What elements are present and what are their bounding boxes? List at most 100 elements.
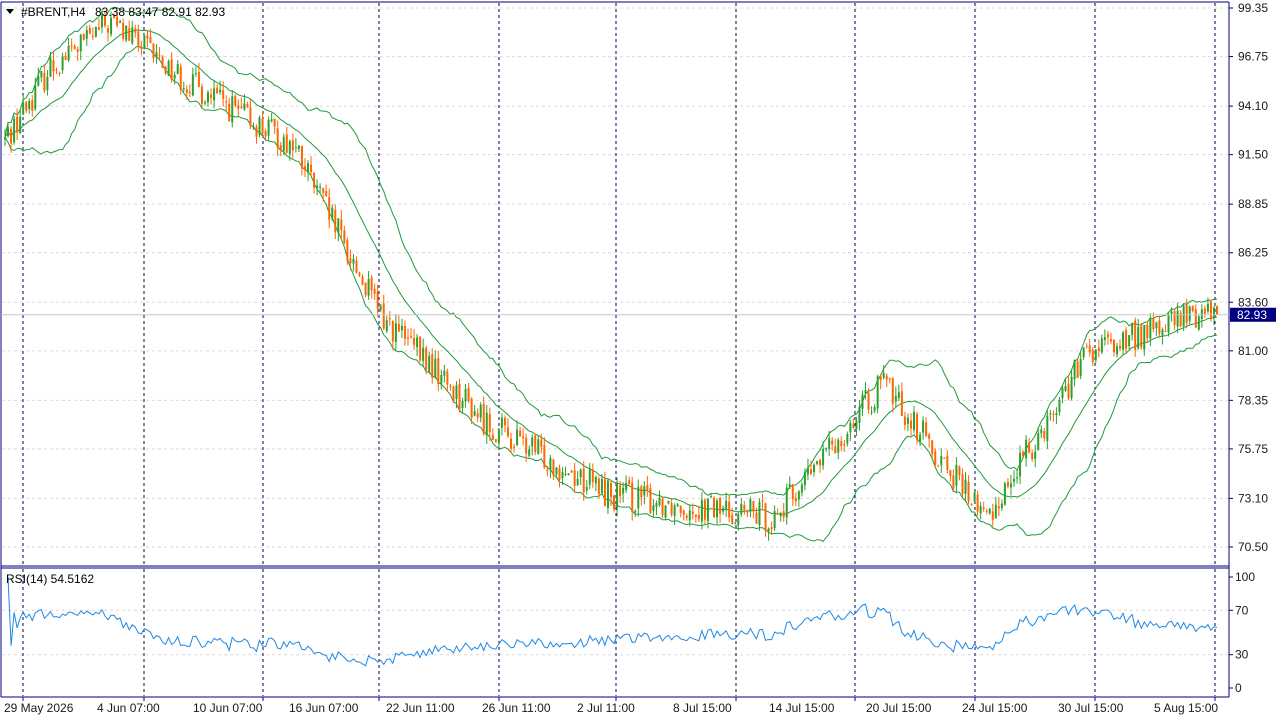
candle-body — [337, 218, 340, 233]
candle-body — [437, 357, 440, 384]
candle-body — [1034, 451, 1037, 459]
candle-body — [270, 119, 273, 122]
candle-body — [561, 472, 564, 479]
candle-body — [582, 468, 585, 493]
candle-body — [540, 439, 543, 447]
candle-body — [1194, 309, 1197, 328]
candle-body — [428, 355, 431, 372]
candle-body — [955, 464, 958, 486]
candle-body — [649, 488, 652, 514]
candle-body — [600, 478, 603, 494]
candle-body — [964, 479, 967, 494]
candle-body — [482, 403, 485, 434]
candle-body — [1158, 320, 1161, 334]
time-tick-label: 4 Jun 07:00 — [97, 701, 160, 715]
candle-body — [1152, 318, 1155, 330]
candle-body — [1028, 442, 1031, 453]
price-tick-label: 94.10 — [1238, 99, 1268, 113]
candle-body — [973, 492, 976, 502]
trading-chart[interactable]: 99.3596.7594.1091.5088.8586.2583.6081.00… — [0, 0, 1280, 720]
candle-body — [567, 473, 570, 475]
candle-body — [758, 501, 761, 526]
candle-body — [1097, 347, 1100, 352]
candle-body — [291, 140, 294, 151]
candle-body — [406, 337, 409, 339]
candle-body — [1094, 349, 1097, 361]
candle-body — [900, 391, 903, 416]
candle-body — [834, 446, 837, 454]
candle-body — [749, 499, 752, 512]
candle-body — [279, 145, 282, 151]
candle-body — [1170, 311, 1173, 314]
candle-body — [513, 446, 516, 448]
candle-body — [367, 278, 370, 296]
price-tick-label: 91.50 — [1238, 148, 1268, 162]
candle-body — [410, 336, 413, 338]
price-tick-label: 99.35 — [1238, 1, 1268, 15]
candle-body — [1003, 483, 1006, 505]
candle-body — [1176, 310, 1179, 327]
candle-body — [349, 258, 352, 264]
candle-body — [200, 86, 203, 104]
candle-body — [16, 116, 19, 133]
candle-body — [809, 469, 812, 474]
candle-body — [1009, 483, 1012, 488]
candle-body — [188, 92, 191, 94]
candle-body — [252, 126, 255, 128]
candle-body — [1079, 358, 1082, 377]
candle-body — [213, 88, 216, 101]
candle-body — [873, 407, 876, 411]
candle-body — [1006, 482, 1009, 487]
candle-body — [470, 398, 473, 418]
time-tick-label: 20 Jul 15:00 — [866, 701, 932, 715]
candle-body — [797, 491, 800, 500]
candle-body — [64, 55, 67, 60]
candle-body — [940, 456, 943, 466]
candle-body — [40, 71, 43, 78]
rsi-tick-label: 0 — [1235, 681, 1242, 695]
candle-body — [1082, 347, 1085, 358]
candle-body — [1131, 323, 1134, 336]
candle-body — [825, 447, 828, 450]
candle-body — [231, 96, 234, 123]
candle-body — [528, 449, 531, 456]
candle-body — [61, 56, 64, 71]
candle-body — [416, 337, 419, 348]
candle-body — [358, 273, 361, 276]
candle-body — [876, 376, 879, 409]
candle-body — [210, 94, 213, 98]
candle-body — [525, 437, 528, 454]
candle-body — [425, 347, 428, 370]
candle-body — [516, 429, 519, 446]
candle-body — [846, 434, 849, 444]
candle-body — [903, 416, 906, 426]
time-tick-label: 5 Aug 15:00 — [1154, 701, 1218, 715]
candle-body — [76, 49, 79, 52]
candle-body — [325, 190, 328, 197]
candle-body — [1040, 429, 1043, 434]
candle-body — [22, 102, 25, 115]
candle-body — [682, 510, 685, 515]
candle-body — [767, 528, 770, 532]
candle-body — [773, 511, 776, 529]
candle-body — [1067, 383, 1070, 399]
candle-body — [952, 475, 955, 489]
candle-body — [158, 54, 161, 56]
candle-body — [743, 504, 746, 511]
candle-body — [176, 64, 179, 75]
candle-body — [761, 500, 764, 502]
candle-body — [1076, 361, 1079, 378]
candle-body — [94, 27, 97, 37]
candle-body — [1203, 308, 1206, 314]
candle-body — [58, 72, 61, 74]
candle-body — [913, 412, 915, 430]
candle-body — [670, 503, 673, 515]
candle-body — [713, 497, 716, 518]
candle-body — [276, 128, 279, 148]
candle-body — [1197, 316, 1200, 330]
time-tick-label: 29 May 2026 — [4, 701, 74, 715]
candle-body — [867, 392, 870, 410]
candle-body — [573, 470, 576, 487]
candle-body — [434, 358, 437, 378]
candle-body — [203, 101, 206, 104]
